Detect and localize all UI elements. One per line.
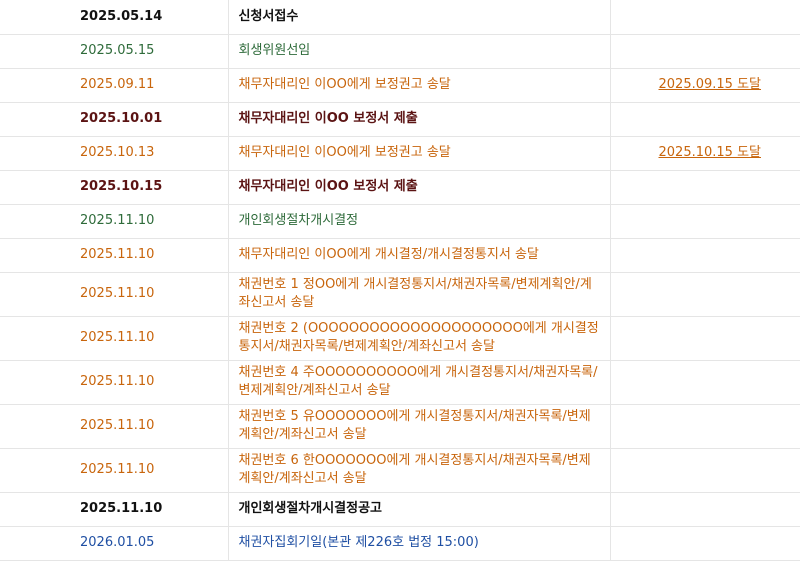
row-result	[610, 272, 800, 316]
table-row: 2025.05.15 회생위원선임	[0, 34, 800, 68]
row-date: 2025.09.11	[80, 77, 155, 92]
row-content: 개인회생절차개시결정	[227, 204, 611, 238]
row-result	[610, 170, 800, 204]
row-date: 2025.11.10	[80, 213, 155, 228]
row-result	[610, 526, 800, 560]
row-date: 2025.05.14	[80, 8, 163, 24]
row-content: 채무자대리인 이OO에게 보정권고 송달	[227, 68, 611, 102]
row-content: 회생위원선임	[227, 34, 611, 68]
row-result	[610, 360, 800, 404]
table-row: 2025.10.01 채무자대리인 이OO 보정서 제출	[0, 102, 800, 136]
row-date: 2025.11.10	[80, 418, 155, 433]
row-date: 2025.05.15	[80, 43, 155, 58]
table-row: 2025.09.11 채무자대리인 이OO에게 보정권고 송달 2025.09.15…	[0, 68, 800, 102]
table-row: 2025.11.10 채권번호 6 한OOOOOOO에게 개시결정통지서/채권자목…	[0, 448, 800, 492]
table-row: 2025.10.15 채무자대리인 이OO 보정서 제출	[0, 170, 800, 204]
row-content: 개인회생절차개시결정공고	[227, 492, 611, 526]
row-content: 채무자대리인 이OO에게 보정권고 송달	[227, 136, 611, 170]
table-row: 2025.11.10 채권번호 4 주OOOOOOOOOO에게 개시결정통지서/채…	[0, 360, 800, 404]
table-row: 2025.05.14 신청서접수	[0, 0, 800, 34]
row-result: 2025.10.15 도달	[610, 136, 800, 170]
row-content: 채권번호 4 주OOOOOOOOOO에게 개시결정통지서/채권자목록/변제계획안…	[227, 360, 611, 404]
row-date: 2025.11.10	[80, 247, 155, 262]
row-date: 2025.11.10	[80, 501, 163, 516]
case-progress-table: 2025.05.14 신청서접수 2025.05.15 회생위원선임 2025.09.1…	[0, 0, 800, 561]
row-date: 2025.10.13	[80, 145, 155, 160]
row-content: 채권번호 1 정OO에게 개시결정통지서/채권자목록/변제계획안/계좌신고서 송…	[227, 272, 611, 316]
row-result: 2025.09.15 도달	[610, 68, 800, 102]
row-content: 채권번호 2 (OOOOOOOOOOOOOOOOOOOOO에게 개시결정통지서/…	[227, 316, 611, 360]
delivery-result-link[interactable]: 2025.10.15 도달	[659, 145, 762, 160]
table-row: 2026.01.05 채권자집회기일(본관 제226호 법정 15:00)	[0, 526, 800, 560]
table-row: 2025.11.10 개인회생절차개시결정	[0, 204, 800, 238]
row-result	[610, 448, 800, 492]
row-result	[610, 204, 800, 238]
row-content: 신청서접수	[227, 0, 611, 34]
delivery-result-link[interactable]: 2025.09.15 도달	[659, 77, 762, 92]
table-row: 2025.11.10 채권번호 1 정OO에게 개시결정통지서/채권자목록/변제계…	[0, 272, 800, 316]
row-content: 채권자집회기일(본관 제226호 법정 15:00)	[227, 526, 611, 560]
row-result	[610, 316, 800, 360]
row-result	[610, 0, 800, 34]
row-content: 채무자대리인 이OO에게 개시결정/개시결정통지서 송달	[227, 238, 611, 272]
row-result	[610, 102, 800, 136]
table-row: 2025.11.10 채권번호 5 유OOOOOOO에게 개시결정통지서/채권자목…	[0, 404, 800, 448]
row-content: 채무자대리인 이OO 보정서 제출	[227, 170, 611, 204]
row-content: 채권번호 6 한OOOOOOO에게 개시결정통지서/채권자목록/변제계획안/계좌…	[227, 448, 611, 492]
row-result	[610, 404, 800, 448]
row-date: 2025.10.01	[80, 111, 163, 126]
table-row: 2025.11.10 채권번호 2 (OOOOOOOOOOOOOOOOOOOOO에…	[0, 316, 800, 360]
table-row: 2025.11.10 채무자대리인 이OO에게 개시결정/개시결정통지서 송달	[0, 238, 800, 272]
row-result	[610, 492, 800, 526]
row-date: 2025.10.15	[80, 179, 163, 194]
row-content: 채권번호 5 유OOOOOOO에게 개시결정통지서/채권자목록/변제계획안/계좌…	[227, 404, 611, 448]
row-date: 2025.11.10	[80, 286, 155, 301]
row-date: 2026.01.05	[80, 535, 155, 550]
row-date: 2025.11.10	[80, 374, 155, 389]
row-date: 2025.11.10	[80, 330, 155, 345]
row-content: 채무자대리인 이OO 보정서 제출	[227, 102, 611, 136]
table-row: 2025.11.10 개인회생절차개시결정공고	[0, 492, 800, 526]
row-result	[610, 34, 800, 68]
row-date: 2025.11.10	[80, 462, 155, 477]
table-row: 2025.10.13 채무자대리인 이OO에게 보정권고 송달 2025.10.15…	[0, 136, 800, 170]
row-result	[610, 238, 800, 272]
case-progress-rows: 2025.05.14 신청서접수 2025.05.15 회생위원선임 2025.09.1…	[0, 0, 800, 560]
